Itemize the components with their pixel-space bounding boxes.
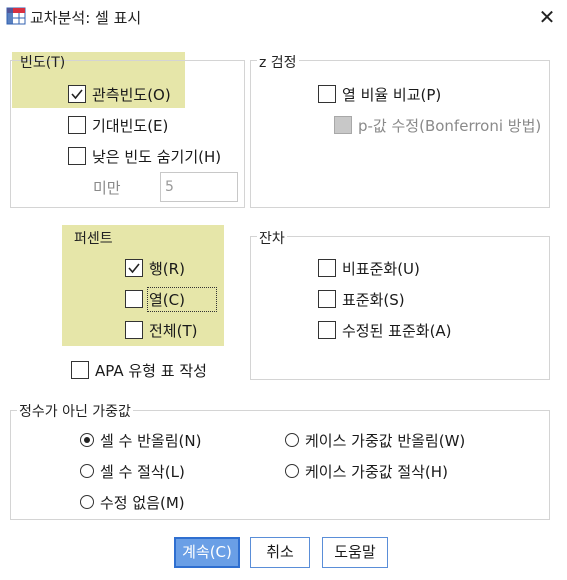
bonferroni-checkbox-box bbox=[334, 116, 352, 134]
hide-small-label: 낮은 빈도 숨기기(H) bbox=[92, 147, 222, 166]
close-button[interactable]: ✕ bbox=[530, 2, 564, 32]
no-adjust-label: 수정 없음(M) bbox=[100, 493, 185, 512]
compare-column-label: 열 비율 비교(P) bbox=[342, 85, 442, 104]
unstandardized-checkbox[interactable]: 비표준화(U) bbox=[318, 257, 420, 279]
round-case-radio-button[interactable] bbox=[285, 433, 299, 447]
truncate-cell-radio-button[interactable] bbox=[80, 464, 94, 478]
unstandardized-label: 비표준화(U) bbox=[342, 259, 420, 278]
round-cell-label: 셀 수 반올림(N) bbox=[100, 431, 202, 450]
crosstab-icon bbox=[6, 7, 26, 25]
truncate-cell-label: 셀 수 절삭(L) bbox=[100, 462, 185, 481]
round-case-label: 케이스 가중값 반올림(W) bbox=[305, 431, 466, 450]
title-bar: 교차분석: 셀 표시 ✕ bbox=[0, 0, 567, 34]
standardized-checkbox-box[interactable] bbox=[318, 290, 336, 308]
checkmark-icon bbox=[128, 263, 140, 274]
checkmark-icon bbox=[71, 89, 83, 100]
column-percent-checkbox-box[interactable] bbox=[125, 290, 143, 308]
row-percent-checkbox[interactable]: 행(R) bbox=[125, 257, 185, 279]
residuals-legend: 잔차 bbox=[257, 228, 287, 248]
total-percent-checkbox[interactable]: 전체(T) bbox=[125, 319, 197, 341]
total-percent-checkbox-box[interactable] bbox=[125, 321, 143, 339]
adjusted-checkbox-box[interactable] bbox=[318, 321, 336, 339]
total-percent-label: 전체(T) bbox=[149, 321, 198, 340]
bonferroni-checkbox: p-값 수정(Bonferroni 방법) bbox=[334, 114, 541, 136]
weights-legend: 정수가 아닌 가중값 bbox=[17, 401, 133, 421]
standardized-checkbox[interactable]: 표준화(S) bbox=[318, 288, 405, 310]
standardized-label: 표준화(S) bbox=[342, 290, 405, 309]
expected-checkbox[interactable]: 기대빈도(E) bbox=[68, 114, 168, 136]
column-percent-checkbox[interactable]: 열(C) bbox=[125, 286, 217, 312]
truncate-cell-radio[interactable]: 셀 수 절삭(L) bbox=[80, 460, 185, 482]
apa-checkbox-box[interactable] bbox=[71, 361, 89, 379]
percentages-legend: 퍼센트 bbox=[74, 231, 113, 247]
round-case-radio[interactable]: 케이스 가중값 반올림(W) bbox=[285, 429, 465, 451]
compare-column-checkbox[interactable]: 열 비율 비교(P) bbox=[318, 83, 441, 105]
less-than-input[interactable]: 5 bbox=[160, 172, 238, 202]
ztest-legend: z 검정 bbox=[257, 52, 299, 72]
adjusted-standardized-checkbox[interactable]: 수정된 표준화(A) bbox=[318, 319, 452, 341]
no-adjust-radio[interactable]: 수정 없음(M) bbox=[80, 491, 185, 513]
observed-label: 관측빈도(O) bbox=[92, 85, 171, 104]
help-button[interactable]: 도움말 bbox=[322, 537, 388, 568]
apa-label: APA 유형 표 작성 bbox=[95, 361, 207, 380]
radio-selected-dot bbox=[84, 437, 90, 443]
round-cell-radio[interactable]: 셀 수 반올림(N) bbox=[80, 429, 201, 451]
row-percent-label: 행(R) bbox=[149, 259, 185, 278]
bonferroni-label: p-값 수정(Bonferroni 방법) bbox=[358, 116, 542, 135]
adjusted-label: 수정된 표준화(A) bbox=[342, 321, 452, 340]
continue-button[interactable]: 계속(C) bbox=[174, 537, 240, 568]
no-adjust-radio-button[interactable] bbox=[80, 495, 94, 509]
round-cell-radio-button[interactable] bbox=[80, 433, 94, 447]
compare-column-checkbox-box[interactable] bbox=[318, 85, 336, 103]
close-icon: ✕ bbox=[538, 5, 556, 29]
observed-checkbox[interactable]: 관측빈도(O) bbox=[68, 83, 171, 105]
observed-checkbox-box[interactable] bbox=[68, 85, 86, 103]
unstandardized-checkbox-box[interactable] bbox=[318, 259, 336, 277]
expected-label: 기대빈도(E) bbox=[92, 116, 169, 135]
less-than-label: 미만 bbox=[93, 179, 121, 197]
truncate-case-label: 케이스 가중값 절삭(H) bbox=[305, 462, 448, 481]
window-title: 교차분석: 셀 표시 bbox=[30, 9, 142, 27]
hide-small-checkbox-box[interactable] bbox=[68, 147, 86, 165]
cancel-button[interactable]: 취소 bbox=[250, 537, 310, 568]
row-percent-checkbox-box[interactable] bbox=[125, 259, 143, 277]
apa-checkbox[interactable]: APA 유형 표 작성 bbox=[71, 359, 207, 381]
hide-small-counts-checkbox[interactable]: 낮은 빈도 숨기기(H) bbox=[68, 145, 221, 167]
counts-legend: 빈도(T) bbox=[20, 55, 66, 71]
truncate-case-radio-button[interactable] bbox=[285, 464, 299, 478]
expected-checkbox-box[interactable] bbox=[68, 116, 86, 134]
column-percent-label: 열(C) bbox=[147, 286, 217, 312]
truncate-case-radio[interactable]: 케이스 가중값 절삭(H) bbox=[285, 460, 448, 482]
